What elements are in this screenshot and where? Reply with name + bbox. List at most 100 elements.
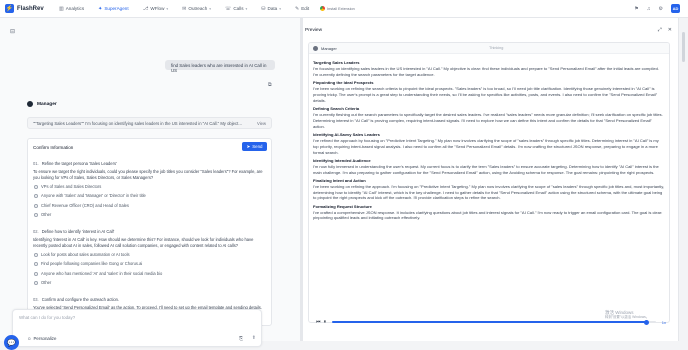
- chevron-down-icon: ▾: [166, 6, 169, 11]
- speed-label[interactable]: 1x: [662, 320, 666, 325]
- top-right-tools: ⚑ ♫ ⚙ AD: [634, 4, 688, 13]
- skip-back-icon[interactable]: ⏮: [316, 319, 321, 325]
- chrome-icon: [320, 6, 326, 11]
- progress-thumb[interactable]: [643, 319, 649, 325]
- send-icon: ➤: [246, 143, 251, 149]
- radio-icon: [34, 281, 38, 286]
- option-label: Anyone who has mentioned 'AI' and 'sales…: [41, 270, 163, 276]
- user-avatar[interactable]: AD: [671, 4, 680, 13]
- progress-fill: [332, 321, 647, 323]
- install-label: Install Extension: [327, 6, 355, 11]
- question-title: Define how to identify 'interest in AI C…: [41, 228, 115, 234]
- agent-avatar: [313, 46, 318, 51]
- nav-label: Outreach: [188, 6, 208, 11]
- preview-agent-name: Manager: [321, 46, 337, 51]
- nav-outreach[interactable]: ✉ Outreach ▾: [175, 0, 218, 18]
- progress-track[interactable]: [332, 319, 656, 325]
- pause-icon[interactable]: ⏸: [324, 319, 327, 325]
- option-radio[interactable]: Look for posts about sales automation or…: [34, 252, 268, 258]
- flow-icon: ⎇: [142, 5, 149, 12]
- question-1-header: 01. Refine the target persona 'Sales Lead…: [33, 161, 268, 167]
- bell-icon[interactable]: ♫: [647, 6, 651, 12]
- radio-icon: [34, 262, 38, 267]
- thinking-summary[interactable]: ""Targeting Sales Leaders"" I'm focusing…: [27, 117, 272, 129]
- rocket-icon[interactable]: ⚑: [634, 6, 638, 12]
- question-2-header: 02. Define how to identify 'interest in A…: [33, 229, 268, 235]
- option-radio[interactable]: VPs of Sales and Sales Directors: [34, 184, 268, 190]
- chat-bubble-icon[interactable]: 💬: [4, 335, 19, 350]
- send-button[interactable]: ➤ Send: [242, 142, 267, 151]
- nav-label: Analytics: [65, 6, 85, 11]
- option-radio[interactable]: Anyone with 'Sales' and 'Manager' or 'Di…: [34, 193, 268, 199]
- section-text: I've been working on refining the approa…: [313, 183, 665, 201]
- nav-label: Calls: [233, 6, 244, 11]
- expand-icon[interactable]: ⤢: [658, 27, 662, 33]
- agent-header: Manager: [27, 101, 57, 107]
- radio-icon: [34, 184, 38, 189]
- nav-label: WFlow: [150, 6, 165, 11]
- sidebar-toggle-icon[interactable]: ⊟: [10, 28, 15, 35]
- confirm-information-card: Confirm Information ➤ Send 01. Refine the …: [27, 138, 272, 326]
- preview-actions: ⤢ ✕: [658, 27, 672, 33]
- chevron-down-icon: ▾: [245, 6, 248, 11]
- preview-card-header: Manager Thinking: [309, 43, 669, 54]
- agent-name: Manager: [37, 101, 57, 107]
- nav-edit[interactable]: ✎ Edit: [288, 0, 316, 18]
- radio-icon: [34, 271, 38, 276]
- phone-icon: ☏: [225, 5, 232, 12]
- install-extension-link[interactable]: Install Extension: [320, 6, 355, 11]
- option-radio[interactable]: Find people following companies like Gon…: [34, 261, 268, 267]
- view-button[interactable]: View: [257, 121, 266, 126]
- question-2-description: Identifying 'interest in AI Call' is key…: [33, 236, 254, 248]
- option-radio[interactable]: Other: [34, 212, 268, 218]
- option-label: Find people following companies like Gon…: [41, 261, 143, 267]
- option-radio[interactable]: Other: [34, 280, 268, 286]
- chat-input[interactable]: What can I do for you today? ☺ Personaliz…: [12, 309, 262, 347]
- brand-logo[interactable]: ⚡ FlashRev: [0, 4, 52, 13]
- option-radio[interactable]: Anyone who has mentioned 'AI' and 'sales…: [34, 271, 268, 277]
- personalize-button[interactable]: ☺ Personalize: [27, 336, 56, 341]
- option-label: Look for posts about sales automation or…: [41, 251, 130, 257]
- radio-icon: [34, 213, 38, 218]
- user-message-bubble: find Sales leaders who are interested in…: [165, 60, 275, 73]
- option-radio[interactable]: Chief Revenue Officer (CRO) and Head of …: [34, 203, 268, 209]
- nav-label: SuperAgent: [104, 6, 129, 11]
- radio-icon: [34, 194, 38, 199]
- nav-data[interactable]: ⛁ Data ▾: [254, 0, 288, 18]
- persona-icon: ☺: [27, 336, 32, 341]
- send-arrow-icon[interactable]: ⬆: [252, 335, 256, 341]
- edit-icon: ✎: [294, 5, 300, 12]
- section-text: I've refined the approach by focusing on…: [313, 137, 659, 155]
- question-title: Refine the target persona 'Sales Leaders…: [41, 161, 117, 166]
- preview-panel: Preview ⤢ ✕ Manager Thinking Targeting S…: [303, 18, 678, 341]
- section-text: I've crafted a comprehensive JSON respon…: [313, 209, 663, 221]
- chat-input-placeholder: What can I do for you today?: [19, 315, 76, 320]
- question-3-header: 03. Confirm and configure the outreach ac…: [33, 297, 268, 303]
- main-nav: ▥ Analytics ✦ SuperAgent ⎇ WFlow ▾ ✉ Outreach…: [52, 0, 355, 18]
- preview-title: Preview: [305, 28, 323, 33]
- section-text: I've been working on refining the search…: [313, 86, 658, 103]
- chart-icon: ▥: [59, 5, 64, 12]
- copy-icon[interactable]: ⧉: [268, 82, 272, 88]
- chevron-down-icon: ▾: [209, 6, 212, 11]
- radio-icon: [34, 252, 38, 257]
- nav-wflow[interactable]: ⎇ WFlow ▾: [136, 0, 176, 18]
- section-text: I'm focusing on identifying sales leader…: [313, 66, 659, 78]
- close-icon[interactable]: ✕: [668, 27, 672, 33]
- nav-superagent[interactable]: ✦ SuperAgent: [91, 0, 135, 18]
- nav-calls[interactable]: ☏ Calls ▾: [218, 0, 254, 18]
- gear-icon[interactable]: ⚙: [659, 6, 663, 12]
- top-navigation-bar: ⚡ FlashRev ▥ Analytics ✦ SuperAgent ⎇ WFlow…: [0, 0, 688, 18]
- brand-name: FlashRev: [17, 5, 44, 12]
- card-title: Confirm Information: [33, 145, 74, 150]
- section-text: I'm now fully immersed in understanding …: [313, 163, 659, 175]
- question-1-description: To ensure we target the right individual…: [33, 168, 263, 180]
- preview-card: Manager Thinking Targeting Sales Leaders…: [308, 42, 670, 323]
- attach-icon[interactable]: ⎘: [239, 336, 243, 342]
- nav-analytics[interactable]: ▥ Analytics: [52, 0, 91, 18]
- option-label: Other: [41, 212, 52, 218]
- option-label: Anyone with 'Sales' and 'Manager' or 'Di…: [41, 193, 146, 199]
- right-edge-strip: [678, 18, 688, 341]
- send-label: Send: [252, 144, 263, 149]
- scrollbar-thumb[interactable]: [682, 32, 685, 62]
